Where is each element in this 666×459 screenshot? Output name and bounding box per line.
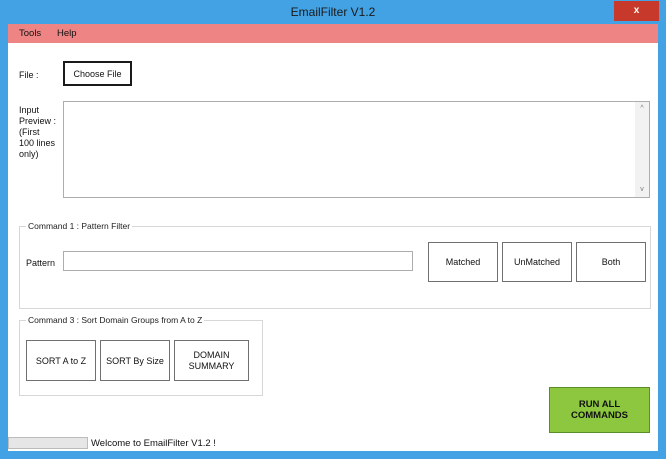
unmatched-button[interactable]: UnMatched	[502, 242, 572, 282]
input-preview-label: Input Preview : (First 100 lines only)	[19, 105, 56, 160]
preview-label-line: Input	[19, 105, 40, 115]
preview-label-line: (First	[19, 127, 40, 137]
pattern-label: Pattern	[26, 258, 56, 268]
menu-bar: Tools Help	[8, 24, 658, 43]
command1-title: Command 1 : Pattern Filter	[26, 221, 133, 231]
sort-a-to-z-button[interactable]: SORT A to Z	[26, 340, 96, 381]
scroll-down-icon[interactable]: v	[635, 183, 649, 197]
scroll-up-icon[interactable]: ^	[635, 102, 649, 116]
close-button[interactable]: x	[614, 1, 659, 21]
preview-label-line: only)	[19, 149, 39, 159]
matched-button[interactable]: Matched	[428, 242, 498, 282]
command3-title: Command 3 : Sort Domain Groups from A to…	[26, 315, 205, 325]
run-label-line: COMMANDS	[571, 410, 628, 421]
run-all-commands-button[interactable]: RUN ALL COMMANDS	[549, 387, 650, 433]
choose-file-button[interactable]: Choose File	[63, 61, 132, 86]
client-area: Tools Help File : Choose File Input Prev…	[8, 24, 658, 451]
run-label-line: RUN ALL	[578, 399, 621, 410]
domain-summary-button[interactable]: DOMAIN SUMMARY	[174, 340, 249, 381]
preview-label-line: 100 lines	[19, 138, 56, 148]
menu-help[interactable]: Help	[57, 28, 77, 39]
preview-scrollbar[interactable]: ^ v	[635, 102, 649, 197]
status-text: Welcome to EmailFilter V1.2 !	[91, 438, 216, 449]
menu-tools[interactable]: Tools	[19, 28, 41, 39]
preview-label-line: Preview :	[19, 116, 57, 126]
sort-by-size-button[interactable]: SORT By Size	[100, 340, 170, 381]
input-preview-textarea[interactable]: ^ v	[63, 101, 650, 198]
pattern-input[interactable]	[63, 251, 413, 271]
app-window: EmailFilter V1.2 x Tools Help File : Cho…	[0, 0, 666, 459]
window-title: EmailFilter V1.2	[290, 5, 376, 19]
progress-bar	[8, 437, 88, 449]
title-bar[interactable]: EmailFilter V1.2 x	[0, 0, 666, 24]
both-button[interactable]: Both	[576, 242, 646, 282]
file-label: File :	[19, 70, 39, 80]
